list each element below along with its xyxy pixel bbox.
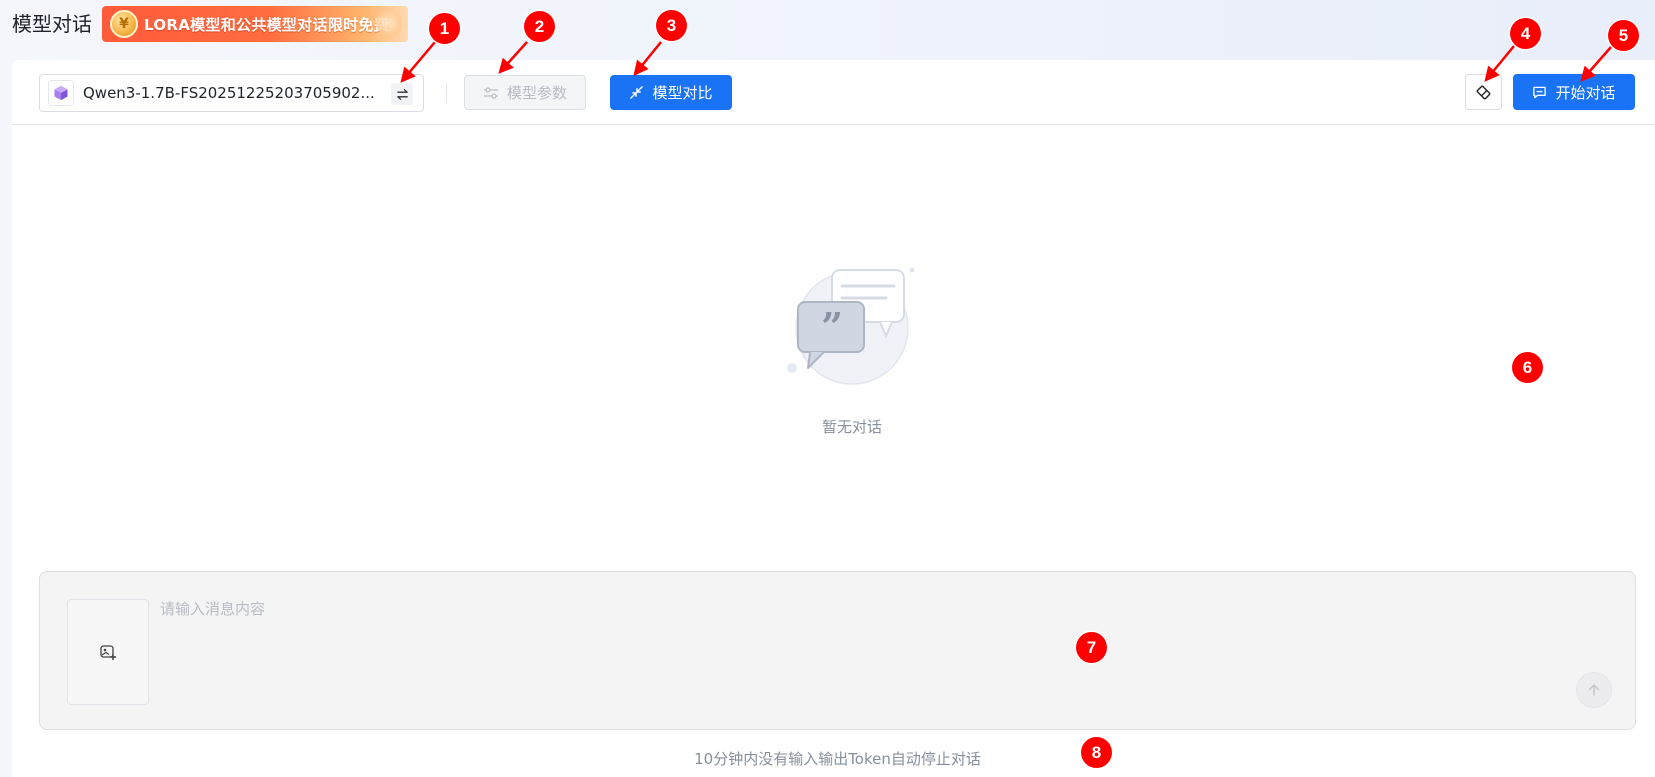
model-params-label: 模型参数 [506, 84, 567, 102]
promo-decoration-icon [376, 10, 402, 36]
annotation-marker-1: 1 [429, 13, 460, 44]
toolbar: Qwen3-1.7B-FS20251225203705902... 模型参数 模… [12, 60, 1655, 125]
promo-text: LORA模型和公共模型对话限时免费 [144, 15, 390, 34]
model-name: Qwen3-1.7B-FS20251225203705902... [83, 84, 375, 102]
message-composer [39, 571, 1636, 730]
toolbar-divider [446, 83, 447, 103]
annotation-marker-4: 4 [1510, 18, 1541, 49]
coin-icon: ¥ [110, 10, 138, 38]
svg-text:”: ” [821, 304, 843, 349]
empty-state-text: 暂无对话 [821, 418, 882, 436]
annotation-marker-8: 8 [1081, 737, 1112, 768]
promo-banner[interactable]: ¥ LORA模型和公共模型对话限时免费 [102, 6, 408, 42]
model-params-button[interactable]: 模型参数 [464, 75, 586, 110]
arrow-up-icon [1588, 684, 1600, 696]
model-selector[interactable]: Qwen3-1.7B-FS20251225203705902... [39, 74, 424, 112]
eraser-icon [1476, 85, 1491, 99]
message-input[interactable] [160, 598, 1460, 698]
model-compare-button[interactable]: 模型对比 [610, 75, 732, 110]
send-button[interactable] [1576, 672, 1612, 708]
image-add-icon [100, 645, 117, 661]
switch-model-button[interactable] [391, 83, 413, 105]
start-chat-label: 开始对话 [1555, 83, 1616, 102]
annotation-marker-6: 6 [1512, 352, 1543, 383]
page-title: 模型对话 [12, 12, 92, 36]
annotation-marker-7: 7 [1076, 632, 1107, 663]
swap-arrows-icon [396, 88, 408, 100]
purple-cube-icon [48, 80, 74, 106]
annotation-marker-5: 5 [1608, 20, 1639, 51]
image-upload-button[interactable] [67, 599, 149, 705]
chat-bubble-icon [1533, 86, 1547, 98]
sliders-icon [483, 86, 498, 99]
annotation-marker-3: 3 [656, 10, 687, 41]
model-compare-label: 模型对比 [652, 84, 713, 102]
clear-chat-button[interactable] [1465, 74, 1502, 110]
compare-arrows-icon [630, 86, 644, 99]
chat-panel: Qwen3-1.7B-FS20251225203705902... 模型参数 模… [12, 60, 1655, 777]
annotation-marker-2: 2 [524, 11, 555, 42]
auto-stop-hint: 10分钟内没有输入输出Token自动停止对话 [694, 750, 981, 768]
start-chat-button[interactable]: 开始对话 [1513, 74, 1635, 110]
empty-chat-illustration-icon: ” [787, 267, 915, 385]
